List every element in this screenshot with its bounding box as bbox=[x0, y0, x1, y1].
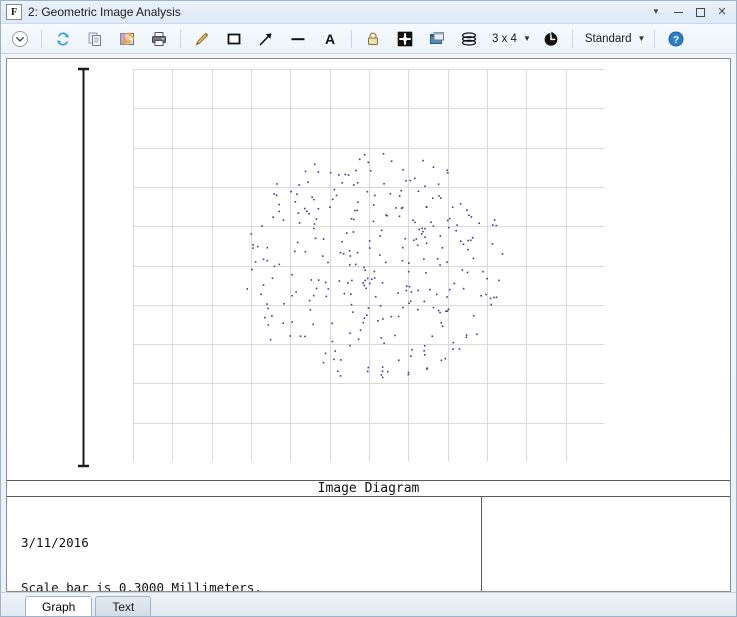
toolbar-separator bbox=[41, 30, 42, 48]
image-diagram-plot bbox=[7, 59, 730, 480]
style-preset-label: Standard bbox=[582, 33, 635, 45]
report-scale-bar-line: Scale bar is 0.3000 Millimeters. bbox=[21, 580, 481, 592]
close-button[interactable]: ✕ bbox=[712, 3, 732, 21]
toolbar: A bbox=[1, 24, 736, 54]
print-button[interactable] bbox=[144, 26, 174, 52]
svg-text:A: A bbox=[325, 31, 335, 47]
maximize-button[interactable] bbox=[690, 3, 710, 21]
layers-icon bbox=[460, 30, 478, 48]
report-text-block: 3/11/2016 Scale bar is 0.3000 Millimeter… bbox=[7, 497, 481, 592]
tab-graph-label: Graph bbox=[42, 600, 75, 614]
print-icon bbox=[150, 30, 168, 48]
save-image-icon bbox=[118, 30, 136, 48]
pencil-annotate-button[interactable] bbox=[187, 26, 217, 52]
text-annotate-button[interactable]: A bbox=[315, 26, 345, 52]
lock-button[interactable] bbox=[358, 26, 388, 52]
view-tab-bar: Graph Text bbox=[1, 592, 736, 616]
chevron-down-icon: ▼ bbox=[523, 34, 531, 43]
report-date: 3/11/2016 bbox=[21, 535, 481, 550]
save-image-button[interactable] bbox=[112, 26, 142, 52]
title-bar: F 2: Geometric Image Analysis ▼ ✕ bbox=[1, 1, 736, 24]
refresh-button[interactable] bbox=[48, 26, 78, 52]
tab-bar-lead bbox=[15, 597, 25, 616]
report-title: Image Diagram bbox=[7, 480, 730, 497]
toolbar-separator bbox=[654, 30, 655, 48]
report-client-area: Image Diagram 3/11/2016 Scale bar is 0.3… bbox=[6, 58, 731, 592]
line-icon bbox=[289, 30, 307, 48]
help-icon: ? bbox=[667, 30, 685, 48]
help-button[interactable]: ? bbox=[661, 26, 691, 52]
text-a-icon: A bbox=[321, 30, 339, 48]
svg-text:?: ? bbox=[673, 35, 679, 46]
tab-text-label: Text bbox=[112, 600, 134, 614]
minimize-button[interactable] bbox=[668, 3, 688, 21]
tab-text[interactable]: Text bbox=[95, 596, 151, 616]
grid-size-label: 3 x 4 bbox=[489, 33, 520, 45]
detach-window-icon bbox=[428, 30, 446, 48]
window-title: 2: Geometric Image Analysis bbox=[28, 5, 181, 19]
chevron-down-icon: ▼ bbox=[652, 8, 660, 16]
fit-window-icon bbox=[396, 30, 414, 48]
grid-size-dropdown[interactable]: 3 x 4 ▼ bbox=[486, 26, 534, 52]
expand-settings-button[interactable] bbox=[5, 26, 35, 52]
arrow-annotate-button[interactable] bbox=[251, 26, 281, 52]
layers-button[interactable] bbox=[454, 26, 484, 52]
window-controls: ▼ ✕ bbox=[646, 1, 732, 23]
rectangle-icon bbox=[225, 30, 243, 48]
app-icon: F bbox=[6, 4, 22, 20]
close-icon: ✕ bbox=[717, 7, 726, 18]
report-file-panel: multimode fiber coupling.ZMX Configurati… bbox=[481, 497, 730, 592]
plot-grid bbox=[133, 69, 605, 462]
tab-graph[interactable]: Graph bbox=[25, 596, 92, 616]
pencil-icon bbox=[193, 30, 211, 48]
geometric-image-analysis-window: F 2: Geometric Image Analysis ▼ ✕ bbox=[0, 0, 737, 617]
chevron-down-icon: ▼ bbox=[638, 34, 646, 43]
toolbar-separator bbox=[180, 30, 181, 48]
fit-window-button[interactable] bbox=[390, 26, 420, 52]
report-file-panel-spacer bbox=[482, 497, 730, 592]
copy-button[interactable] bbox=[80, 26, 110, 52]
arrow-icon bbox=[257, 30, 275, 48]
maximize-icon bbox=[696, 8, 705, 17]
detach-window-button[interactable] bbox=[422, 26, 452, 52]
report-body: 3/11/2016 Scale bar is 0.3000 Millimeter… bbox=[7, 497, 730, 592]
minimize-icon bbox=[674, 12, 683, 13]
chevron-down-circle-icon bbox=[11, 30, 29, 48]
toolbar-separator bbox=[572, 30, 573, 48]
clock-refresh-icon bbox=[542, 30, 560, 48]
style-preset-dropdown[interactable]: Standard ▼ bbox=[579, 26, 649, 52]
refresh-icon bbox=[54, 30, 72, 48]
scatter-plot-svg bbox=[133, 69, 605, 462]
line-annotate-button[interactable] bbox=[283, 26, 313, 52]
window-dropdown-button[interactable]: ▼ bbox=[646, 3, 666, 21]
scale-bar bbox=[77, 67, 90, 468]
refresh-cycle-button[interactable] bbox=[536, 26, 566, 52]
copy-icon bbox=[86, 30, 104, 48]
rectangle-annotate-button[interactable] bbox=[219, 26, 249, 52]
toolbar-separator bbox=[351, 30, 352, 48]
lock-icon bbox=[364, 30, 382, 48]
